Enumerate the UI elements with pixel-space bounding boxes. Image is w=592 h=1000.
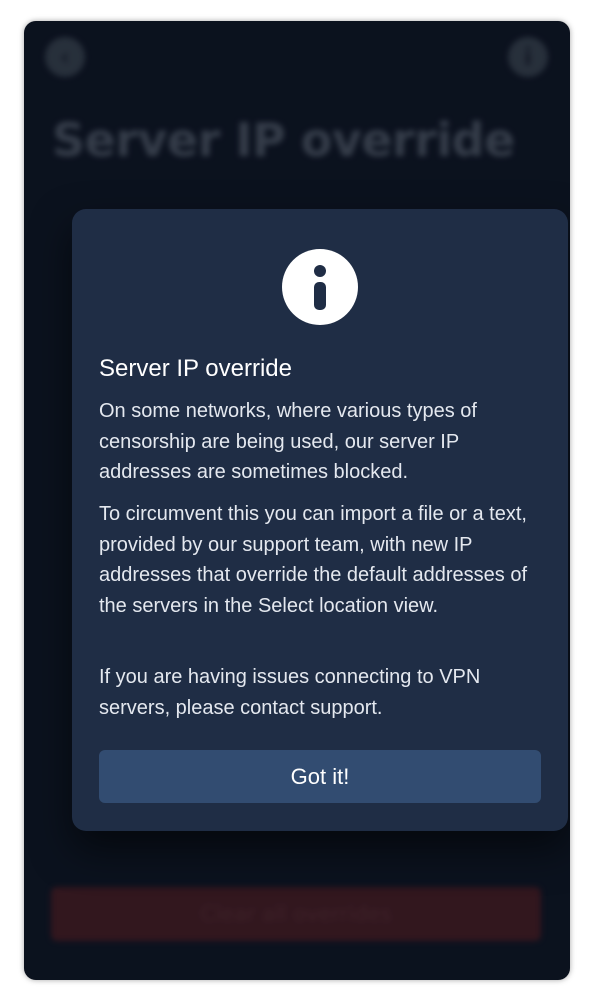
info-icon [282,249,358,325]
info-icon-stem [314,282,326,310]
dialog-paragraph: On some networks, where various types of… [99,400,477,483]
dialog-title: Server IP override [99,355,292,382]
info-dialog: Server IP override On some networks, whe… [72,209,568,831]
got-it-button[interactable]: Got it! [99,750,541,803]
dialog-paragraph: If you are having issues connecting to V… [99,666,481,719]
info-icon-dot [314,265,326,277]
app-window: ‹ i Server IP override Clear all overrid… [24,21,570,980]
dialog-paragraph: To circumvent this you can import a file… [99,503,528,617]
